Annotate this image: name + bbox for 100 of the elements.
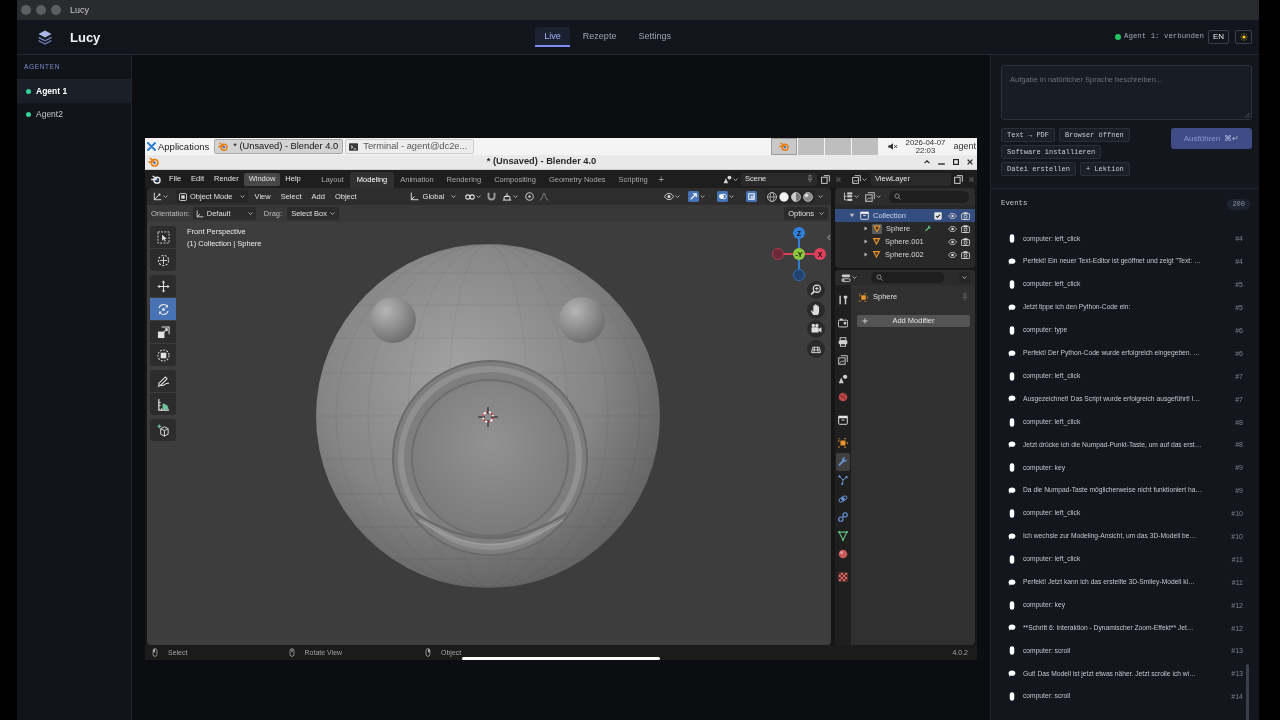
solid-sphere-icon[interactable]	[779, 191, 789, 202]
chevron-down-icon[interactable]	[476, 195, 482, 198]
chevron-down-icon	[962, 276, 967, 279]
eye-icon[interactable]	[948, 212, 957, 219]
camera-back-icon	[838, 318, 848, 329]
disclosure-triangle-icon[interactable]	[864, 239, 868, 244]
camera-icon[interactable]	[807, 320, 825, 339]
nav-tab[interactable]: Rezepte	[573, 27, 626, 47]
mouse-icon	[425, 648, 431, 657]
language-button[interactable]: EN	[1207, 30, 1229, 44]
eye-icon[interactable]	[948, 238, 957, 245]
search-field[interactable]	[871, 272, 944, 283]
linked-circles-icon[interactable]	[465, 193, 476, 200]
chevron-down-icon[interactable]	[854, 195, 859, 198]
disclosure-triangle-icon[interactable]	[849, 213, 855, 218]
image-stack-icon[interactable]	[852, 174, 861, 184]
chevron-down-icon[interactable]	[163, 195, 168, 198]
magnet-icon[interactable]	[487, 192, 497, 201]
chevron-down-icon[interactable]	[818, 195, 823, 198]
collection-icon	[860, 211, 869, 220]
mouse-icon	[1009, 554, 1015, 564]
close-icon[interactable]	[967, 159, 973, 165]
app-name: Lucy	[70, 30, 101, 44]
taskbar-button[interactable]: Terminal - agent@dc2e...	[345, 139, 475, 154]
theme-toggle-button[interactable]	[1235, 30, 1252, 44]
tool-button[interactable]	[150, 393, 176, 415]
tool-button[interactable]	[150, 370, 176, 392]
chevron-down-icon[interactable]	[700, 195, 705, 198]
grid-icon[interactable]	[807, 340, 825, 359]
tool-button[interactable]	[150, 249, 176, 271]
chevron-down-icon	[247, 212, 253, 215]
properties-tab[interactable]	[836, 452, 850, 471]
mouse-icon	[1009, 234, 1015, 244]
camera-icon[interactable]	[961, 211, 970, 220]
mouse-icon	[288, 648, 295, 657]
zoom-icon[interactable]	[807, 281, 825, 299]
eye-icon[interactable]	[664, 193, 674, 200]
agent-item[interactable]: Agent2	[17, 103, 131, 126]
chevron-down-icon[interactable]	[733, 177, 738, 181]
app-logo-icon[interactable]	[151, 174, 161, 184]
proportional-edit-icon[interactable]	[525, 192, 535, 201]
triangle-mesh-icon	[838, 530, 848, 541]
tool-button[interactable]	[150, 419, 176, 441]
material-sphere-icon[interactable]	[791, 191, 801, 202]
image-stack-icon[interactable]	[865, 191, 875, 202]
chevron-down-icon[interactable]	[852, 276, 857, 279]
snap-target-icon[interactable]	[502, 192, 513, 201]
hand-icon[interactable]	[807, 300, 825, 319]
tree-list-icon[interactable]	[843, 191, 853, 202]
nav-tab[interactable]: Live	[535, 27, 570, 47]
disclosure-triangle-icon[interactable]	[864, 252, 868, 257]
gizmo-toggle-icon[interactable]	[688, 191, 699, 202]
chevron-down-icon[interactable]	[876, 195, 881, 198]
maximize-icon[interactable]	[953, 159, 959, 165]
wireframe-sphere-icon[interactable]	[767, 191, 777, 202]
chevron-down-icon[interactable]	[675, 195, 680, 198]
layers-logo-icon	[38, 29, 52, 45]
nav-tab[interactable]: Settings	[629, 27, 680, 47]
xray-toggle-icon[interactable]	[746, 191, 757, 202]
tool-button[interactable]	[150, 275, 176, 297]
mouse-icon	[1009, 509, 1015, 519]
tool-button[interactable]	[150, 321, 176, 343]
rendered-sphere-icon[interactable]	[803, 191, 813, 202]
eye-icon[interactable]	[948, 251, 957, 258]
dropdown-button[interactable]	[959, 272, 970, 283]
scene-icon	[838, 373, 848, 384]
copy-icon[interactable]	[954, 174, 963, 184]
mouse-icon	[1009, 600, 1015, 610]
search-field[interactable]	[889, 190, 969, 203]
disclosure-triangle-icon[interactable]	[864, 226, 868, 231]
applications-menu-button[interactable]: Applications	[145, 139, 213, 154]
camera-icon[interactable]	[961, 237, 970, 246]
taskbar-button[interactable]: * (Unsaved) - Blender 4.0	[214, 139, 344, 154]
search-icon	[876, 274, 883, 281]
chevron-down-icon[interactable]	[513, 195, 519, 198]
falloff-curve-icon[interactable]	[539, 192, 550, 201]
tool-button[interactable]	[150, 226, 176, 248]
chevron-up-icon[interactable]	[924, 160, 930, 164]
eye-icon[interactable]	[948, 225, 957, 232]
toggle-switches-icon[interactable]	[841, 272, 851, 283]
agent-item[interactable]: Agent 1	[17, 80, 131, 103]
overlay-toggle-icon[interactable]	[717, 191, 728, 202]
chevron-down-icon[interactable]	[862, 177, 867, 181]
workspace-button[interactable]	[770, 138, 797, 155]
chat-bubble-icon	[1008, 578, 1016, 587]
tool-button[interactable]	[150, 344, 176, 366]
chat-bubble-icon	[1008, 349, 1016, 358]
checkbox-icon[interactable]	[934, 211, 942, 220]
scrollbar-thumb[interactable]	[1246, 664, 1249, 720]
chevron-down-icon[interactable]	[729, 195, 734, 198]
camera-icon[interactable]	[961, 250, 970, 259]
copy-icon[interactable]	[821, 174, 830, 184]
scene-icon[interactable]	[723, 174, 732, 184]
mouse-icon	[1009, 646, 1015, 656]
camera-icon[interactable]	[961, 224, 970, 233]
chevron-left-icon[interactable]	[827, 234, 831, 241]
speaker-muted-icon[interactable]	[887, 143, 898, 150]
add-workspace-button[interactable]: +	[654, 172, 669, 188]
tool-icon	[838, 295, 848, 306]
editor-type-icon[interactable]	[153, 192, 162, 201]
